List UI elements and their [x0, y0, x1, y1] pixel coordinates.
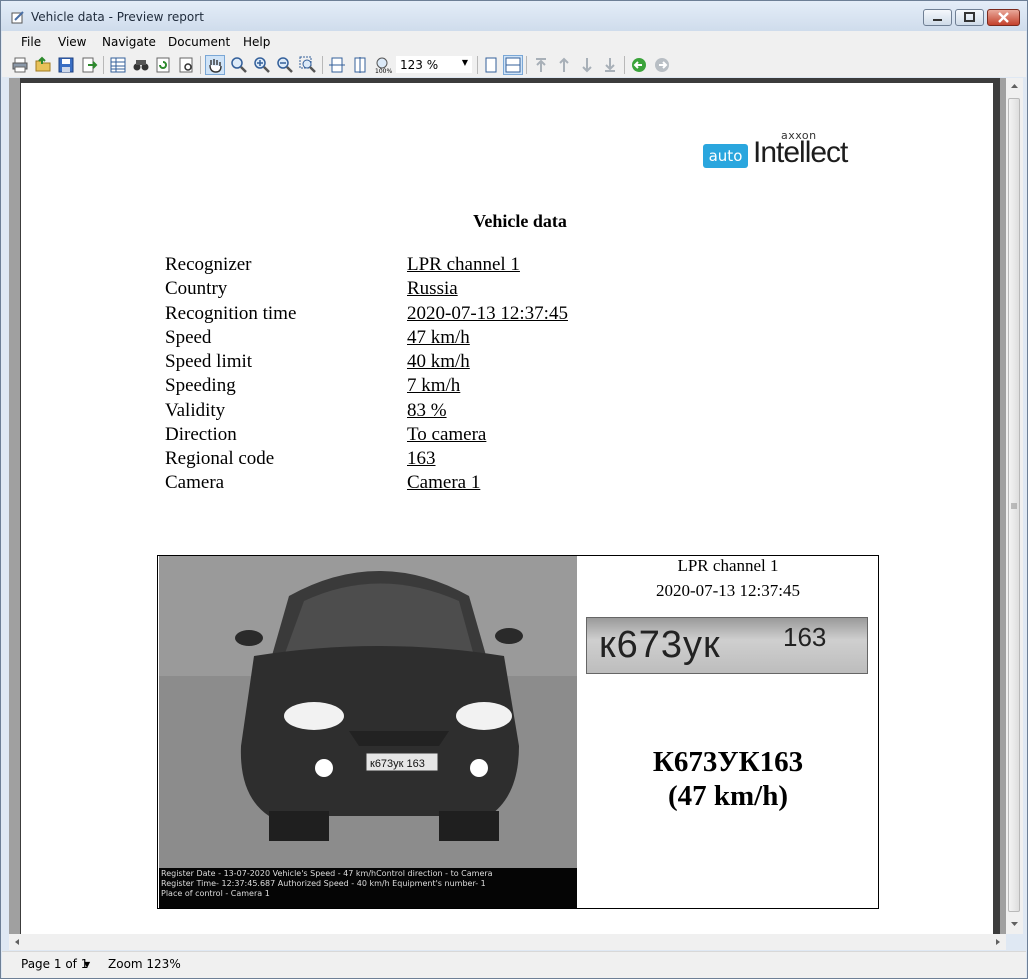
field-label-country: Country [165, 278, 228, 299]
field-value-camera[interactable]: Camera 1 [407, 472, 480, 494]
field-label-camera: Camera [165, 472, 225, 493]
plate-crop-image: к673ук 163 [586, 617, 868, 674]
minimize-button[interactable] [923, 9, 952, 26]
fit-width-icon[interactable] [328, 56, 346, 74]
close-icon [998, 12, 1009, 23]
field-label-recognition-time: Recognition time [165, 303, 297, 324]
plate-crop-region: 163 [783, 622, 827, 652]
close-button[interactable] [987, 9, 1020, 26]
app-icon [11, 11, 24, 24]
svg-text:100%: 100% [375, 68, 392, 74]
prev-page-icon[interactable] [555, 56, 573, 74]
field-label-direction: Direction [165, 424, 237, 445]
field-value-validity[interactable]: 83 % [407, 400, 447, 422]
menu-document[interactable]: Document [168, 35, 230, 49]
back-icon[interactable] [630, 56, 648, 74]
field-value-country[interactable]: Russia [407, 278, 458, 300]
zoom-area-icon[interactable] [299, 56, 317, 74]
export-icon[interactable] [80, 56, 98, 74]
refresh-icon[interactable] [154, 56, 172, 74]
photo-overlay-line-2: Register Time- 12:37:45.687 Authorized S… [161, 879, 486, 888]
menu-view[interactable]: View [58, 35, 86, 49]
zoom-indicator: Zoom 123% [108, 957, 181, 971]
horizontal-scrollbar[interactable] [9, 934, 1006, 950]
field-value-regional-code[interactable]: 163 [407, 448, 436, 470]
field-label-speeding: Speeding [165, 375, 236, 396]
single-page-icon[interactable] [482, 56, 500, 74]
zoom-out-icon[interactable] [276, 56, 294, 74]
info-channel: LPR channel 1 [677, 556, 779, 575]
recognition-info: LPR channel 1 2020-07-13 12:37:45 к673ук… [578, 556, 878, 908]
zoom-combo[interactable]: 123 % ▼ [395, 55, 473, 74]
scroll-up-icon[interactable] [1006, 78, 1023, 94]
menu-file[interactable]: File [21, 35, 41, 49]
report-page: axxon auto Intellect Vehicle data Recogn… [21, 83, 993, 934]
window-title: Vehicle data - Preview report [31, 10, 204, 24]
toolbar: 100% 123 % ▼ [2, 53, 1026, 77]
multi-page-icon[interactable] [503, 55, 523, 75]
chevron-down-icon: ▼ [461, 58, 468, 67]
vehicle-photo: к673ук 163 Register Date - 13-07-2020 Ve… [159, 556, 577, 908]
save-icon[interactable] [57, 56, 75, 74]
find-icon[interactable] [132, 56, 150, 74]
scroll-right-icon[interactable] [990, 934, 1006, 950]
minimize-icon [933, 19, 942, 21]
field-label-recognizer: Recognizer [165, 254, 252, 275]
field-value-direction[interactable]: To camera [407, 424, 486, 446]
zoom-icon[interactable] [230, 56, 248, 74]
logo-auto-badge: auto [703, 144, 748, 168]
preview-window: Vehicle data - Preview report File View … [0, 0, 1028, 979]
status-bar: Page 1 of 1 ▼ Zoom 123% [2, 951, 1026, 978]
photo-overlay-line-3: Place of control - Camera 1 [161, 889, 270, 898]
vertical-scroll-thumb[interactable] [1008, 98, 1020, 912]
table-icon[interactable] [109, 56, 127, 74]
recognized-plate: К673УК163 [652, 746, 804, 778]
zoom-100-icon[interactable]: 100% [374, 56, 392, 74]
field-label-speed: Speed [165, 327, 212, 348]
open-icon[interactable] [34, 56, 52, 74]
field-label-speed-limit: Speed limit [165, 351, 253, 372]
zoom-value: 123 % [400, 58, 439, 72]
field-value-speed[interactable]: 47 km/h [407, 327, 470, 349]
menu-bar: File View Navigate Document Help [2, 31, 1026, 53]
field-value-recognition-time[interactable]: 2020-07-13 12:37:45 [407, 303, 568, 325]
fit-page-icon[interactable] [351, 56, 369, 74]
hand-icon[interactable] [205, 55, 225, 75]
car-plate-text: к673ук 163 [370, 758, 425, 770]
logo-intellect-text: Intellect [753, 136, 848, 169]
title-bar: Vehicle data - Preview report [1, 1, 1027, 31]
scroll-left-icon[interactable] [9, 934, 25, 950]
menu-help[interactable]: Help [243, 35, 270, 49]
car-image: к673ук 163 [159, 556, 577, 908]
page-setup-icon[interactable] [177, 56, 195, 74]
menu-navigate[interactable]: Navigate [102, 35, 156, 49]
scroll-down-icon[interactable] [1006, 916, 1023, 932]
vehicle-photo-frame: к673ук 163 Register Date - 13-07-2020 Ve… [157, 555, 879, 909]
report-title: Vehicle data [473, 211, 567, 231]
axxon-intellect-logo: axxon auto Intellect [703, 129, 883, 171]
first-page-icon[interactable] [532, 56, 550, 74]
photo-overlay-line-1: Register Date - 13-07-2020 Vehicle's Spe… [161, 869, 493, 878]
grip-icon [1011, 503, 1017, 509]
page-indicator[interactable]: Page 1 of 1 [21, 957, 88, 971]
print-icon[interactable] [11, 56, 29, 74]
restore-icon [964, 12, 975, 22]
forward-icon[interactable] [653, 56, 671, 74]
chevron-down-icon[interactable]: ▼ [84, 960, 90, 969]
field-label-regional-code: Regional code [165, 448, 275, 469]
field-value-speeding[interactable]: 7 km/h [407, 375, 460, 397]
maximize-button[interactable] [955, 9, 984, 26]
last-page-icon[interactable] [601, 56, 619, 74]
field-value-recognizer[interactable]: LPR channel 1 [407, 254, 520, 276]
recognized-speed: (47 km/h) [667, 780, 789, 812]
zoom-in-icon[interactable] [253, 56, 271, 74]
field-label-validity: Validity [165, 400, 226, 421]
vertical-scrollbar[interactable] [1006, 78, 1023, 934]
next-page-icon[interactable] [578, 56, 596, 74]
plate-crop-main: к673ук [599, 624, 721, 666]
field-value-speed-limit[interactable]: 40 km/h [407, 351, 470, 373]
info-time: 2020-07-13 12:37:45 [655, 581, 801, 600]
